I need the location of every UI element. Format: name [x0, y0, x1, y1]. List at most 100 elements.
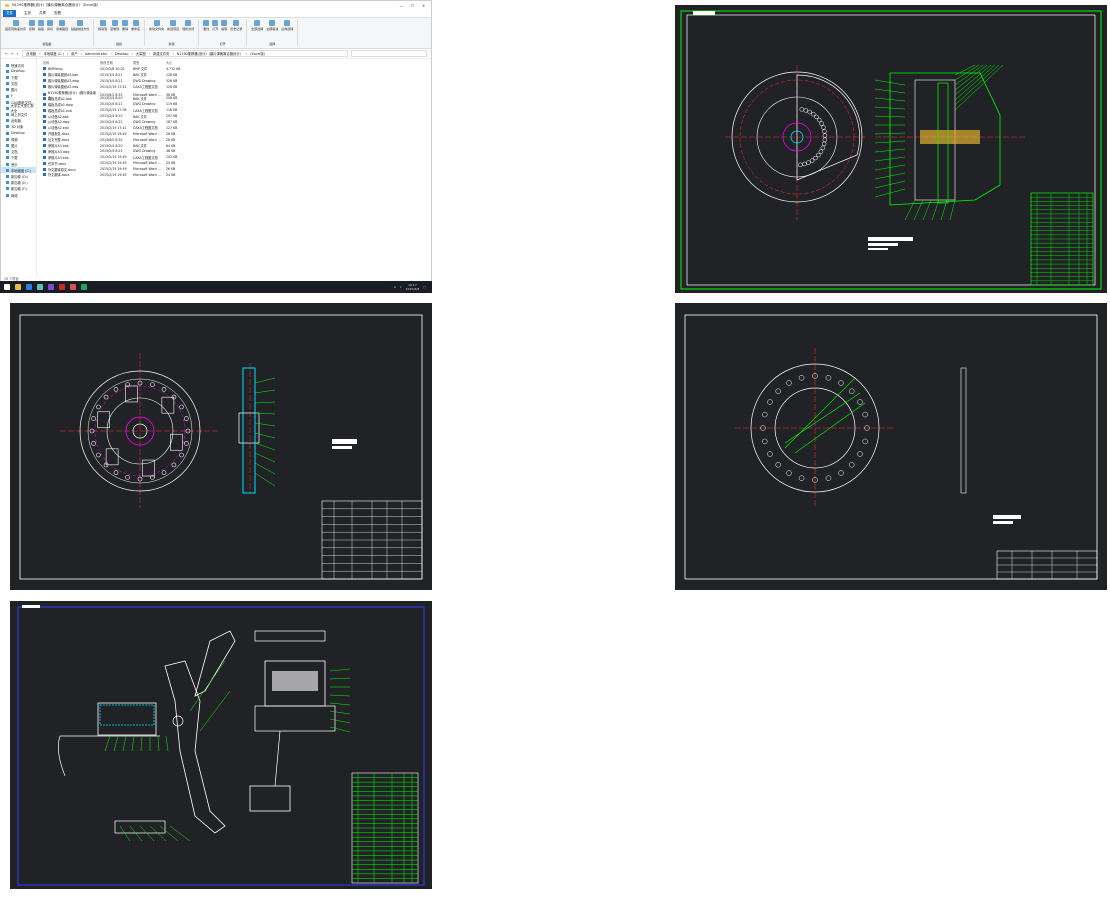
- notepad-icon[interactable]: [37, 284, 43, 290]
- ribbon-button-label: 剪切: [47, 27, 54, 31]
- ribbon-button[interactable]: 复制到: [110, 20, 119, 31]
- rivet-hole: [184, 441, 189, 446]
- file-name-text: 膜片弹簧图纸A3.dwg: [48, 79, 79, 84]
- breadcrumb-item[interactable]: N1190推荐器(设计)（膜片弹簧离合器设计）: [177, 51, 243, 56]
- column-date[interactable]: 修改日期: [100, 60, 133, 65]
- clock[interactable]: 10:17 2015/6/8: [406, 283, 419, 291]
- ribbon-button[interactable]: 重命名: [131, 20, 140, 31]
- breadcrumb[interactable]: 此电脑 › 本地磁盘 (C:) › 用户 › Administrator › Desktop › 大…: [22, 50, 348, 57]
- ribbon-button[interactable]: 历史记录: [230, 20, 242, 31]
- file-size: 128 KB: [166, 72, 178, 77]
- ribbon-button[interactable]: 复制路径: [56, 20, 68, 31]
- column-name[interactable]: 名称: [43, 60, 100, 65]
- nav-item[interactable]: 网络: [1, 192, 36, 198]
- ribbon-button[interactable]: 属性: [203, 20, 209, 31]
- tab-home[interactable]: 主页: [24, 11, 31, 16]
- ribbon-button[interactable]: 轻松访问: [182, 20, 194, 31]
- file-name-text: 摩擦片A3.dwg: [48, 149, 70, 154]
- ribbon-button[interactable]: 粘贴: [38, 20, 44, 31]
- leader-line: [254, 422, 276, 427]
- rivet-hole: [161, 387, 167, 392]
- column-type[interactable]: 类型: [133, 60, 166, 65]
- bolt-hole: [809, 158, 815, 163]
- up-arrow-icon[interactable]: ↑: [17, 52, 20, 56]
- network-icon[interactable]: ⌂: [394, 285, 396, 289]
- ribbon-button[interactable]: 打开: [212, 20, 218, 31]
- rivet-hole: [767, 399, 773, 405]
- back-arrow-icon[interactable]: ←: [5, 52, 8, 56]
- file-name: 摩擦片A3.bak: [43, 143, 100, 148]
- search-input[interactable]: [351, 50, 427, 57]
- file-icon: [43, 85, 46, 89]
- breadcrumb-item[interactable]: Administrator: [85, 52, 107, 56]
- ribbon-button-label: 复制路径: [56, 27, 69, 31]
- file-name-text: 外文翻译.docx: [48, 173, 70, 178]
- nav-item-label: 新加卷 (E:): [11, 181, 28, 186]
- breadcrumb-item[interactable]: 新建文件夹: [153, 51, 169, 56]
- leader-line: [254, 432, 276, 439]
- ribbon-button[interactable]: 新建项目: [167, 20, 179, 31]
- cad-drawing-driven-disc: [10, 303, 432, 590]
- ribbon-button[interactable]: 剪切: [47, 20, 53, 31]
- cad-app-icon[interactable]: [59, 284, 65, 290]
- nav-item-icon: [6, 113, 9, 117]
- file-date: 2015/2/8 10:02: [100, 66, 125, 71]
- file-icon: [43, 114, 46, 118]
- minimize-button[interactable]: —: [399, 4, 403, 8]
- column-size[interactable]: 大小: [166, 60, 196, 65]
- excel-icon[interactable]: [81, 284, 87, 290]
- nav-item-label: 新加卷 (D:): [11, 174, 29, 179]
- file-icon: [43, 155, 46, 159]
- ribbon-group-label: 组织: [116, 42, 123, 46]
- file-size: 4,712 KB: [166, 66, 181, 71]
- windows-start-icon[interactable]: [4, 284, 10, 290]
- breadcrumb-item[interactable]: 用户: [71, 51, 78, 56]
- ribbon-button-icon: [221, 20, 228, 26]
- nav-item-label: 文档: [11, 150, 18, 155]
- breadcrumb-item[interactable]: 此电脑: [26, 51, 36, 56]
- file-explorer-icon[interactable]: [15, 284, 21, 290]
- ribbon-button-label: 粘贴快捷方式: [71, 27, 90, 31]
- file-type: BAK 文件: [133, 144, 147, 149]
- title-bar: N1190推荐器(设计)（膜片弹簧离合器设计）（Excel版） — ☐ ✕: [1, 1, 431, 10]
- file-row[interactable]: 外文翻译.docx 2015/2/19 19:49 Microsoft Word .…: [41, 172, 431, 178]
- nav-item-icon: [6, 88, 9, 92]
- ribbon-button[interactable]: 编辑: [221, 20, 227, 31]
- breadcrumb-item[interactable]: Desktop: [115, 52, 129, 56]
- ribbon-button[interactable]: 删除: [122, 20, 128, 31]
- file-type: BMP 文件: [133, 67, 148, 72]
- ribbon-button[interactable]: 全部选择: [251, 20, 263, 31]
- file-icon: [43, 132, 46, 136]
- media-icon[interactable]: [70, 284, 76, 290]
- tab-file[interactable]: 文件: [3, 10, 16, 17]
- ribbon-button[interactable]: 固定到快速访问: [5, 20, 26, 31]
- visual-studio-icon[interactable]: [48, 284, 54, 290]
- notification-icon[interactable]: ▢: [423, 285, 426, 289]
- ribbon-button[interactable]: 反向选择: [281, 20, 293, 31]
- maximize-button[interactable]: ☐: [411, 4, 414, 8]
- tab-share[interactable]: 共享: [39, 11, 46, 16]
- file-date: 2015/2/4 8:22: [100, 149, 123, 154]
- forward-arrow-icon[interactable]: →: [11, 52, 14, 56]
- ribbon-group-label: 剪贴板: [42, 42, 52, 46]
- breadcrumb-item[interactable]: 本地磁盘 (C:): [44, 51, 64, 56]
- ribbon-button[interactable]: 全部取消: [266, 20, 278, 31]
- ribbon-button[interactable]: 粘贴快捷方式: [71, 20, 89, 31]
- cad-drawing-pedal-assembly: [10, 601, 432, 889]
- ribbon-button[interactable]: 新建文件夹: [149, 20, 164, 31]
- breadcrumb-item[interactable]: 大量图: [136, 51, 146, 56]
- browser-icon[interactable]: [26, 284, 32, 290]
- volume-icon[interactable]: ♪: [400, 285, 402, 289]
- clock-date: 2015/6/8: [405, 287, 420, 291]
- file-size: 24 KB: [166, 172, 176, 177]
- close-button[interactable]: ✕: [422, 4, 425, 8]
- rivet-hole: [825, 375, 832, 381]
- file-type: DWG Drawing: [133, 78, 156, 83]
- ribbon-button[interactable]: 移动到: [98, 20, 107, 31]
- file-type: CAXA工程图文档: [133, 85, 158, 90]
- ribbon-button[interactable]: 复制: [29, 20, 35, 31]
- bolt-hole: [807, 109, 812, 115]
- breadcrumb-item[interactable]: (Excel版): [250, 51, 265, 56]
- damper-spring: [170, 433, 183, 451]
- tab-view[interactable]: 查看: [54, 11, 61, 16]
